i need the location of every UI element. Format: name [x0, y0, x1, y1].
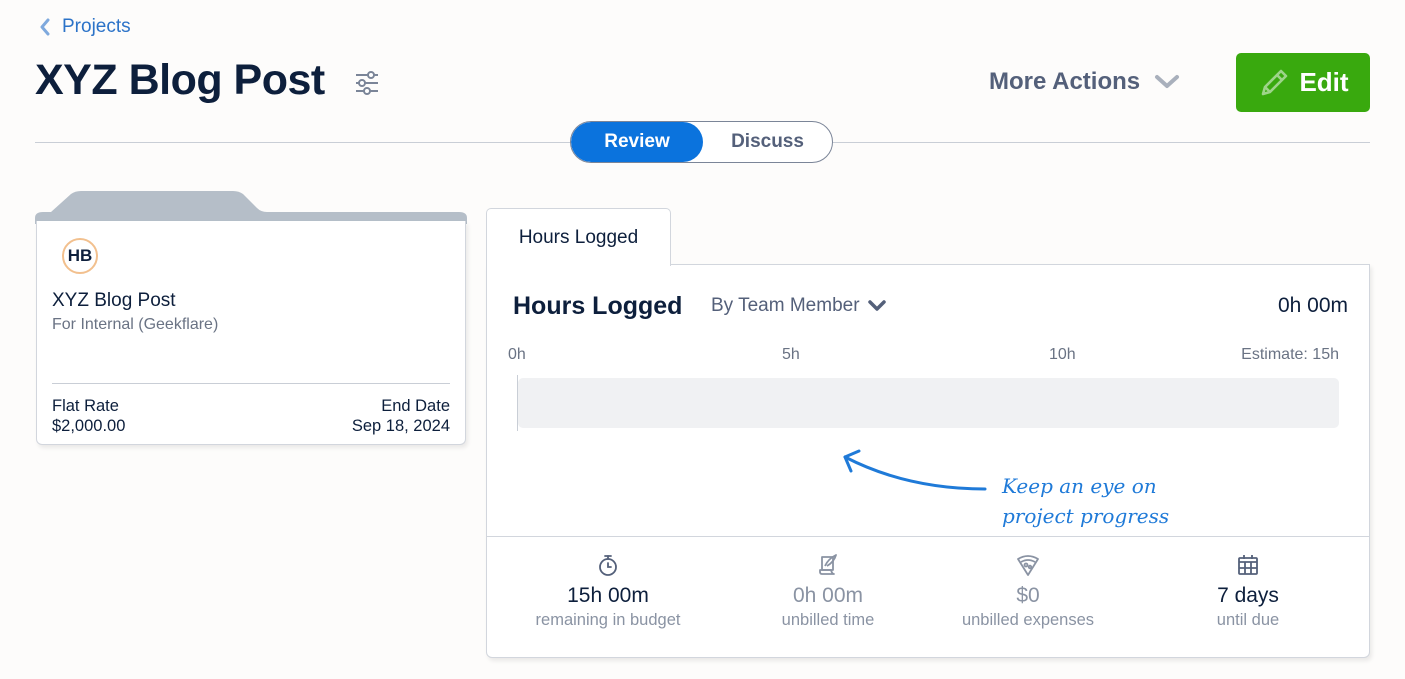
hint-line: Keep an eye on	[1002, 474, 1157, 498]
scale-tick: 10h	[1049, 346, 1076, 363]
stat-value: $0	[1016, 584, 1040, 607]
pencil-icon	[1262, 69, 1288, 95]
billing-value: $2,000.00	[52, 417, 126, 435]
card-divider	[52, 383, 450, 384]
tab-review[interactable]: Review	[571, 122, 703, 162]
group-by-dropdown[interactable]: By Team Member	[711, 295, 886, 317]
tab-hours-logged[interactable]: Hours Logged	[486, 208, 671, 266]
progress-hint: Keep an eye on project progress	[1002, 471, 1169, 531]
calendar-icon	[1238, 555, 1258, 575]
breadcrumb-projects-link[interactable]: Projects	[38, 16, 131, 38]
settings-sliders-icon[interactable]	[354, 70, 380, 96]
tab-discuss[interactable]: Discuss	[703, 122, 832, 162]
view-toggle: Review Discuss	[570, 121, 833, 163]
stat-label: unbilled time	[781, 611, 875, 629]
project-name: XYZ Blog Post	[52, 290, 176, 311]
hours-logged-panel: Hours Logged By Team Member 0h 00m 0h 5h…	[486, 264, 1370, 658]
scale-tick-estimate: Estimate: 15h	[1241, 346, 1339, 363]
billing-label: Flat Rate	[52, 397, 119, 415]
stat-unbilled-expenses: $0 unbilled expenses	[918, 553, 1138, 631]
stat-value: 0h 00m	[792, 584, 864, 607]
end-date-label: End Date	[381, 397, 450, 415]
breadcrumb-label: Projects	[62, 16, 131, 37]
folder-tab-shape	[35, 191, 467, 224]
chevron-left-icon	[40, 18, 50, 36]
page-title: XYZ Blog Post	[35, 56, 325, 104]
scroll-quill-icon	[819, 554, 837, 575]
stat-remaining-budget: 15h 00m remaining in budget	[498, 553, 718, 631]
scale-tick: 0h	[508, 346, 526, 363]
stat-until-due: 7 days until due	[1138, 553, 1358, 631]
chevron-down-icon	[867, 300, 886, 311]
chevron-down-icon	[1155, 75, 1180, 88]
project-card[interactable]: HB XYZ Blog Post For Internal (Geekflare…	[36, 221, 466, 445]
billing-info: Flat Rate $2,000.00	[52, 396, 125, 436]
avatar: HB	[62, 238, 98, 274]
project-client: For Internal (Geekflare)	[52, 316, 219, 333]
more-actions-dropdown[interactable]: More Actions	[989, 68, 1180, 96]
stat-label: until due	[1216, 611, 1280, 629]
stopwatch-icon	[599, 555, 617, 576]
end-date-info: End Date Sep 18, 2024	[352, 396, 450, 436]
pizza-icon	[1017, 555, 1039, 576]
scale-tick: 5h	[782, 346, 800, 363]
stat-value: 15h 00m	[567, 584, 649, 607]
more-actions-label: More Actions	[989, 68, 1141, 95]
end-date-value: Sep 18, 2024	[351, 417, 450, 435]
stat-unbilled-time: 0h 00m unbilled time	[718, 553, 938, 631]
edit-button[interactable]: Edit	[1236, 53, 1370, 112]
stat-label: unbilled expenses	[961, 611, 1095, 629]
total-hours: 0h 00m	[1277, 294, 1348, 317]
group-by-label: By Team Member	[711, 295, 860, 316]
stats-divider	[487, 536, 1369, 537]
hours-progress-track	[518, 378, 1339, 428]
edit-label: Edit	[1299, 67, 1349, 97]
stat-label: remaining in budget	[535, 611, 681, 629]
panel-title: Hours Logged	[513, 292, 683, 320]
hint-line: project progress	[1002, 504, 1170, 528]
curved-arrow-icon	[843, 449, 987, 491]
stat-value: 7 days	[1217, 584, 1279, 607]
